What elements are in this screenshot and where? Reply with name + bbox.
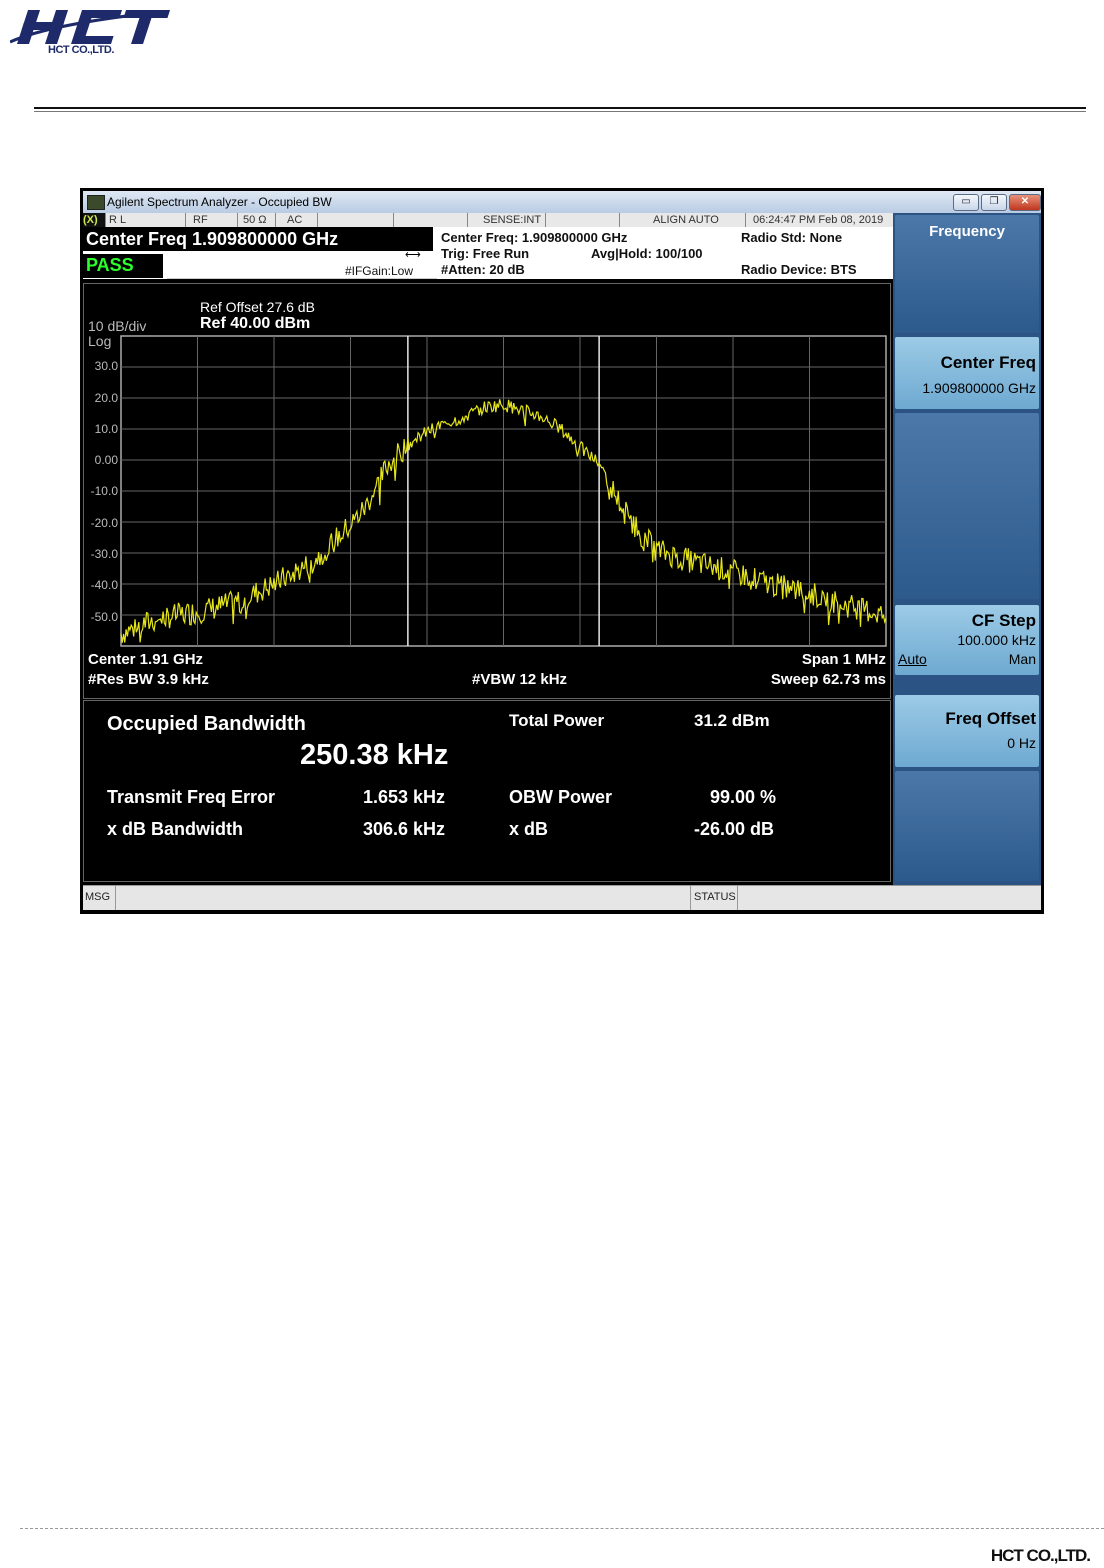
center-freq-softkey[interactable]: Center Freq 1.909800000 GHz <box>895 337 1039 409</box>
center-freq-title-box[interactable]: Center Freq 1.909800000 GHz <box>83 227 433 251</box>
impedance-field: 50 Ω <box>243 213 276 227</box>
xdb-bw-value: 306.6 kHz <box>363 819 446 839</box>
y-tick-label: 30.0 <box>94 359 118 373</box>
obw-power-label: OBW Power <box>509 787 613 807</box>
atten-info: #Atten: 20 dB <box>441 262 525 277</box>
cf-step-man[interactable]: Man <box>1009 651 1036 667</box>
spectrum-analyzer-window: Agilent Spectrum Analyzer - Occupied BW … <box>80 188 1044 914</box>
trigger-arrow-icon: ⟷ <box>405 249 421 261</box>
rl-field: R L <box>109 213 186 227</box>
center-freq-softkey-value: 1.909800000 GHz <box>922 380 1036 396</box>
spectrum-plot <box>120 335 887 647</box>
blank-softkey[interactable] <box>895 413 1039 599</box>
xdb-label: x dB <box>509 819 549 839</box>
menu-title: Frequency <box>929 223 1005 240</box>
ref-offset: Ref Offset 27.6 dB <box>200 299 315 315</box>
res-bw-label: #Res BW 3.9 kHz <box>88 671 209 688</box>
close-button[interactable]: ✕ <box>1009 194 1041 211</box>
rf-field: RF <box>193 213 238 227</box>
y-tick-label: -10.0 <box>90 484 118 498</box>
y-tick-label: -20.0 <box>90 516 118 530</box>
datetime-field: 06:24:47 PM Feb 08, 2019 <box>753 214 884 226</box>
message-status-bar: MSG STATUS <box>83 885 1041 910</box>
freq-error-label: Transmit Freq Error <box>107 787 276 807</box>
results-panel: Occupied Bandwidth 250.38 kHz Total Powe… <box>83 700 891 882</box>
vbw-label: #VBW 12 kHz <box>472 671 568 688</box>
header-rule-thin <box>34 111 1086 112</box>
ifgain-label: #IFGain:Low <box>344 264 413 278</box>
footer-company: HCT CO.,LTD. <box>990 1546 1091 1565</box>
align-field: ALIGN AUTO <box>653 213 746 227</box>
cf-step-auto[interactable]: Auto <box>898 651 927 667</box>
pass-indicator: PASS <box>83 254 163 278</box>
freq-offset-softkey[interactable]: Freq Offset 0 Hz <box>895 695 1039 767</box>
center-freq-softkey-label: Center Freq <box>940 353 1036 372</box>
coupling-field: AC <box>287 213 318 227</box>
divider <box>690 886 691 910</box>
radio-std-info: Radio Std: None <box>741 230 843 245</box>
scale-type: Log <box>88 333 112 349</box>
y-tick-label: 0.00 <box>94 453 118 467</box>
scale-per-div: 10 dB/div <box>88 318 147 334</box>
center-freq-info: Center Freq: 1.909800000 GHz <box>441 230 628 245</box>
logo-subtext: HCT CO.,LTD. <box>48 44 114 56</box>
total-power-label: Total Power <box>509 711 605 730</box>
sweep-label: Sweep 62.73 ms <box>770 671 886 688</box>
softkey-panel: Frequency Center Freq 1.909800000 GHz CF… <box>893 213 1041 885</box>
trig-info: Trig: Free Run <box>441 246 530 261</box>
blank-field-2 <box>395 213 468 227</box>
freq-offset-softkey-label: Freq Offset <box>945 709 1036 728</box>
obw-power-value: 99.00 % <box>710 787 777 807</box>
cf-step-softkey-label: CF Step <box>971 611 1036 630</box>
footer-rule <box>20 1528 1104 1529</box>
frequency-menu-title-key: Frequency <box>895 215 1039 333</box>
plot-grid <box>120 335 887 647</box>
blank-field <box>321 213 394 227</box>
span-label: Span 1 MHz <box>801 651 886 668</box>
xdb-value: -26.00 dB <box>694 819 775 839</box>
cf-step-softkey-value: 100.000 kHz <box>957 632 1036 648</box>
y-tick-label: -30.0 <box>90 547 118 561</box>
y-tick-label: -50.0 <box>90 610 118 624</box>
pass-label: PASS <box>86 255 134 275</box>
y-tick-label: -40.0 <box>90 578 118 592</box>
window-title: Agilent Spectrum Analyzer - Occupied BW <box>107 195 332 209</box>
freq-offset-softkey-value: 0 Hz <box>1007 735 1036 751</box>
msg-label: MSG <box>85 891 111 903</box>
window-titlebar[interactable]: Agilent Spectrum Analyzer - Occupied BW … <box>83 191 1041 213</box>
divider <box>737 886 738 910</box>
status-strip: (X) R L RF 50 Ω AC SENSE:INT ALIGN AUTO … <box>83 213 893 227</box>
occupied-bw-label: Occupied Bandwidth <box>107 713 306 735</box>
ifgain-box: #IFGain:Low <box>167 254 437 279</box>
center-freq-title: Center Freq 1.909800000 GHz <box>86 229 339 249</box>
xdb-bw-label: x dB Bandwidth <box>107 819 243 839</box>
y-tick-label: 10.0 <box>94 422 118 436</box>
freq-error-value: 1.653 kHz <box>363 787 446 807</box>
minimize-button[interactable]: ▭ <box>953 194 979 211</box>
ref-level: Ref 40.00 dBm <box>200 315 311 332</box>
total-power-value: 31.2 dBm <box>694 711 770 730</box>
sense-field: SENSE:INT <box>483 213 546 227</box>
status-label: STATUS <box>694 891 736 903</box>
xi-logo: (X) <box>83 213 106 227</box>
measurement-info-header: Center Freq 1.909800000 GHz PASS #IFGain… <box>83 227 893 279</box>
y-tick-label: 20.0 <box>94 391 118 405</box>
app-icon <box>87 195 105 210</box>
blank-softkey-2[interactable] <box>895 771 1039 881</box>
header-rule <box>34 107 1086 109</box>
restore-button[interactable]: ❐ <box>981 194 1007 211</box>
avg-hold-info: Avg|Hold: 100/100 <box>591 246 703 261</box>
center-label: Center 1.91 GHz <box>88 651 204 668</box>
cf-step-softkey[interactable]: CF Step 100.000 kHz Auto Man <box>895 605 1039 675</box>
radio-device-info: Radio Device: BTS <box>741 262 857 277</box>
divider <box>115 886 116 910</box>
blank-field-3 <box>549 213 620 227</box>
occupied-bw-value: 250.38 kHz <box>300 739 449 771</box>
